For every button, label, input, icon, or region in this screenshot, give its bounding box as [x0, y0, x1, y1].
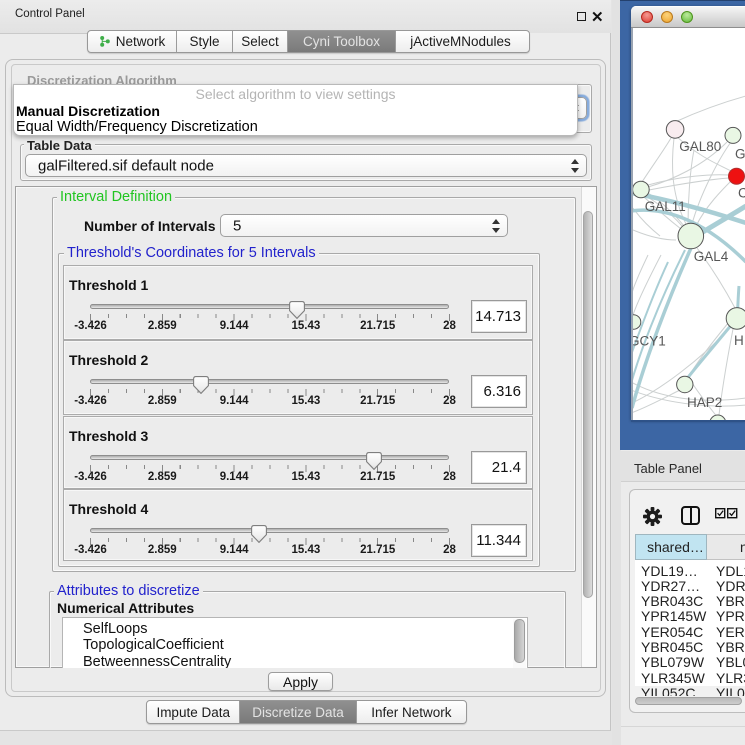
svg-text:G.: G. — [735, 147, 745, 162]
svg-text:H: H — [734, 333, 744, 348]
svg-text:GCY1: GCY1 — [633, 334, 666, 349]
svg-text:GAL4: GAL4 — [694, 249, 729, 264]
svg-text:C: C — [738, 186, 745, 201]
svg-text:HAP2: HAP2 — [687, 395, 722, 410]
svg-text:GAL80: GAL80 — [679, 139, 721, 154]
svg-text:GAL11: GAL11 — [645, 199, 686, 214]
